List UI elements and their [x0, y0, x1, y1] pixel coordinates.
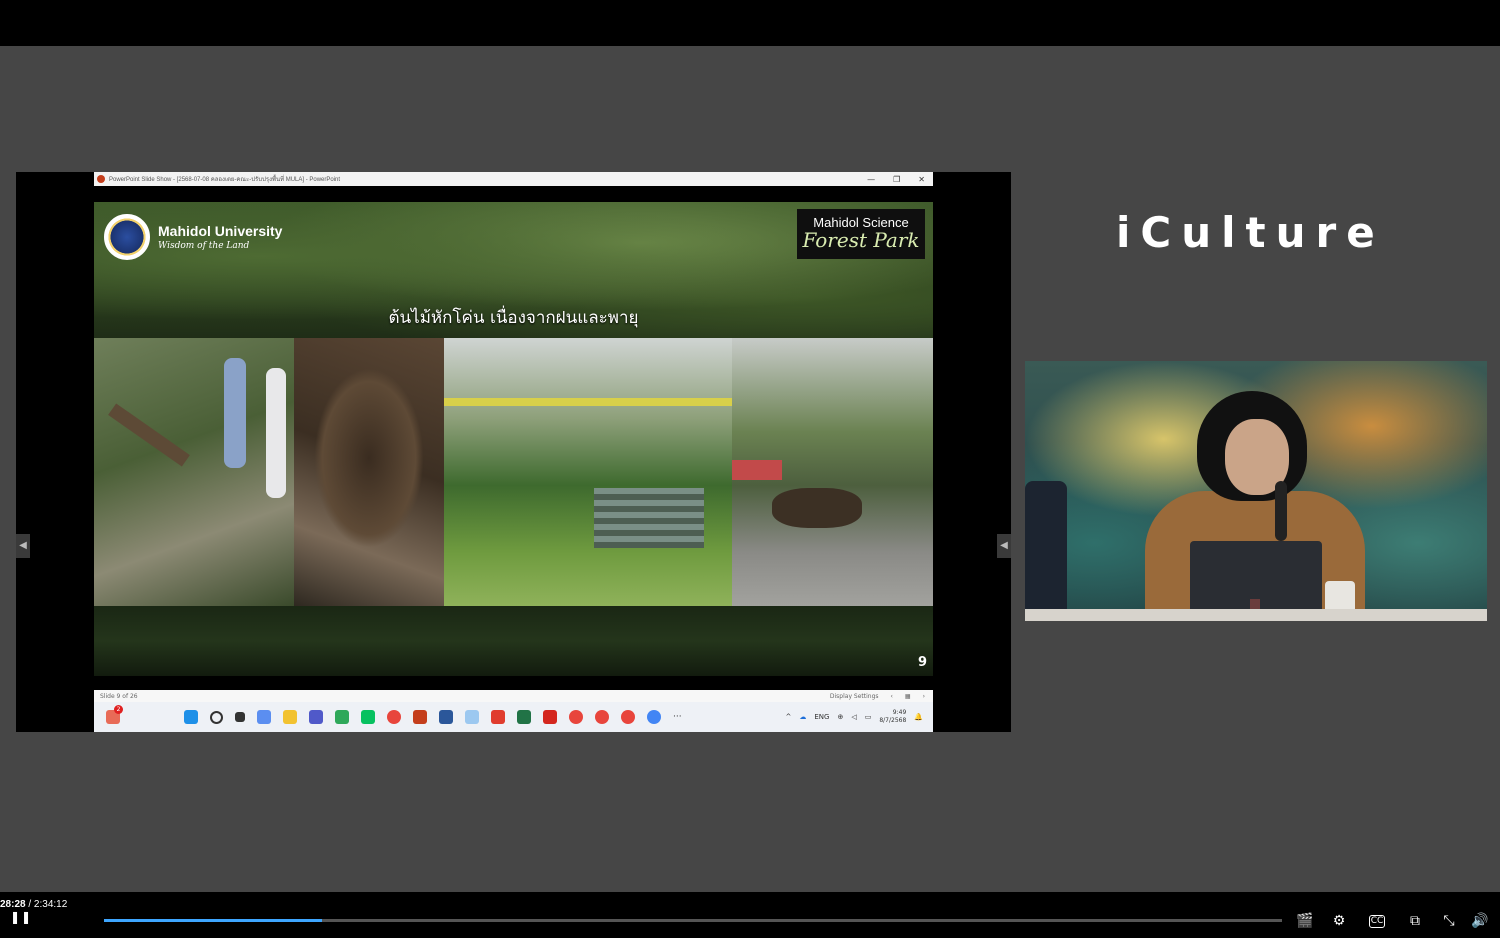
windows-start-icon[interactable]: [184, 710, 198, 724]
current-time: 28:28: [0, 899, 26, 910]
battery-icon[interactable]: ▭: [865, 713, 872, 721]
video-stage: ◀ ◀ PowerPoint Slide Show - [2568-07-08 …: [0, 46, 1500, 892]
next-slide-arrow-icon[interactable]: ◀: [997, 534, 1011, 558]
next-slide-chevron-icon[interactable]: ›: [923, 693, 925, 700]
university-name: Mahidol University: [158, 223, 283, 239]
clapperboard-icon[interactable]: 🎬: [1296, 913, 1313, 929]
file-explorer-icon[interactable]: [283, 710, 297, 724]
chrome-icon[interactable]: [387, 710, 401, 724]
taskbar-overflow-icon[interactable]: ···: [673, 712, 682, 722]
university-seal-icon: [104, 214, 150, 260]
window-controls: — ❐ ✕: [867, 175, 933, 184]
powerpoint-taskbar-icon[interactable]: [413, 710, 427, 724]
onedrive-icon[interactable]: ☁: [799, 713, 806, 721]
fallen-tree-debris: [772, 488, 862, 528]
excel-icon[interactable]: [517, 710, 531, 724]
uprooted-roots-photo: [294, 338, 444, 606]
notification-badge: 2: [114, 705, 123, 714]
person-blue-dress: [224, 358, 246, 468]
system-tray: ^ ☁ ENG ⊕ ◁ ▭ 9:49 8/7/2568 🔔: [785, 709, 933, 725]
taskbar-clock[interactable]: 9:49 8/7/2568: [879, 709, 906, 725]
prev-slide-arrow-icon[interactable]: ◀: [16, 534, 30, 558]
restore-button[interactable]: ❐: [893, 175, 900, 184]
windows-taskbar: 2 ··· ^ ☁ ENG ⊕ ◁ ▭ 9:49 8/7/2568 🔔: [94, 702, 933, 732]
closed-captions-icon[interactable]: CC: [1369, 915, 1385, 928]
speaker-camera-feed: [1025, 361, 1487, 621]
red-roof-building: [732, 460, 782, 480]
gear-icon[interactable]: ⚙: [1331, 913, 1347, 929]
powerpoint-icon: [97, 175, 105, 183]
mahidol-logo: Mahidol University Wisdom of the Land: [104, 214, 282, 260]
yellow-railing: [444, 398, 732, 406]
fallen-tree-photo-1: [94, 338, 294, 606]
minimize-button[interactable]: —: [867, 175, 875, 184]
notification-bell-icon[interactable]: 🔔: [914, 713, 923, 721]
teams-icon[interactable]: [309, 710, 323, 724]
language-indicator[interactable]: ENG: [814, 713, 829, 721]
total-duration: 2:34:12: [33, 899, 68, 910]
close-button[interactable]: ✕: [918, 175, 925, 184]
microphone-icon: [1275, 481, 1287, 541]
exit-fullscreen-icon[interactable]: ⤡: [1441, 913, 1457, 929]
progress-bar-fill: [104, 919, 322, 922]
garden-stairs-photo: [444, 338, 732, 606]
line-icon[interactable]: [361, 710, 375, 724]
park-badge-line2: Forest Park: [802, 228, 920, 252]
chrome-profile-2-icon[interactable]: [595, 710, 609, 724]
person-white-shirt: [266, 368, 286, 498]
display-settings-button[interactable]: Display Settings: [830, 693, 879, 700]
word-icon[interactable]: [439, 710, 453, 724]
chrome-profile-4-icon[interactable]: [647, 710, 661, 724]
tray-chevron-icon[interactable]: ^: [785, 713, 791, 721]
slide-grid-icon[interactable]: ▦: [905, 693, 911, 700]
search-icon[interactable]: [210, 710, 223, 724]
iculture-brand: iCulture: [1116, 208, 1385, 257]
slide-heading: ต้นไม้หักโค่น เนื่องจากฝนและพายุ: [388, 308, 639, 328]
fallen-trunk: [108, 403, 190, 467]
volume-speaker-icon[interactable]: 🔊: [1471, 913, 1488, 929]
slide-number: 9: [917, 655, 927, 670]
clock-date: 8/7/2568: [879, 717, 907, 724]
shared-screen-panel: ◀ ◀ PowerPoint Slide Show - [2568-07-08 …: [16, 172, 1011, 732]
video-player-controls: ❚❚ 28:28 / 2:34:12: [0, 892, 1500, 938]
acrobat-icon[interactable]: [491, 710, 505, 724]
edge-icon[interactable]: [335, 710, 349, 724]
pause-icon[interactable]: ❚❚: [10, 910, 32, 924]
task-view-icon[interactable]: [235, 712, 245, 722]
presentation-slide: Mahidol University Wisdom of the Land Ma…: [94, 202, 933, 676]
university-motto: Wisdom of the Land: [158, 241, 250, 251]
root-ball: [314, 368, 424, 548]
chrome-profile-3-icon[interactable]: [621, 710, 635, 724]
powerpoint-status-bar: Slide 9 of 26 Display Settings ‹ ▦ ›: [94, 690, 933, 702]
time-separator: /: [25, 899, 34, 910]
clock-time: 9:49: [892, 709, 907, 716]
window-title: PowerPoint Slide Show - [2568-07-08 คลอง…: [109, 177, 341, 183]
time-display: 28:28 / 2:34:12: [0, 899, 67, 910]
audience-person-silhouette: [1025, 481, 1067, 621]
pdf-reader-icon[interactable]: [543, 710, 557, 724]
desk-surface: [1025, 609, 1487, 621]
top-black-bar: [0, 0, 1500, 46]
volume-icon[interactable]: ◁: [851, 713, 856, 721]
forest-park-badge: Mahidol Science Forest Park: [797, 209, 925, 259]
copilot-icon[interactable]: [257, 710, 271, 724]
snipping-tool-icon[interactable]: [465, 710, 479, 724]
powerpoint-titlebar: PowerPoint Slide Show - [2568-07-08 คลอง…: [94, 172, 933, 186]
progress-bar[interactable]: [104, 919, 1282, 922]
bottom-foliage-image: [94, 606, 933, 676]
laptop-logo-icon: [1250, 599, 1260, 609]
weather-widget-icon[interactable]: 2: [106, 705, 123, 724]
network-icon[interactable]: ⊕: [837, 713, 843, 721]
chrome-profile-1-icon[interactable]: [569, 710, 583, 724]
picture-in-picture-icon[interactable]: ⧉: [1407, 913, 1423, 929]
metal-stairs: [594, 488, 704, 548]
prev-slide-chevron-icon[interactable]: ‹: [891, 693, 893, 700]
slide-indicator: Slide 9 of 26: [100, 692, 138, 700]
courtyard-fallen-tree-photo: [732, 338, 933, 606]
